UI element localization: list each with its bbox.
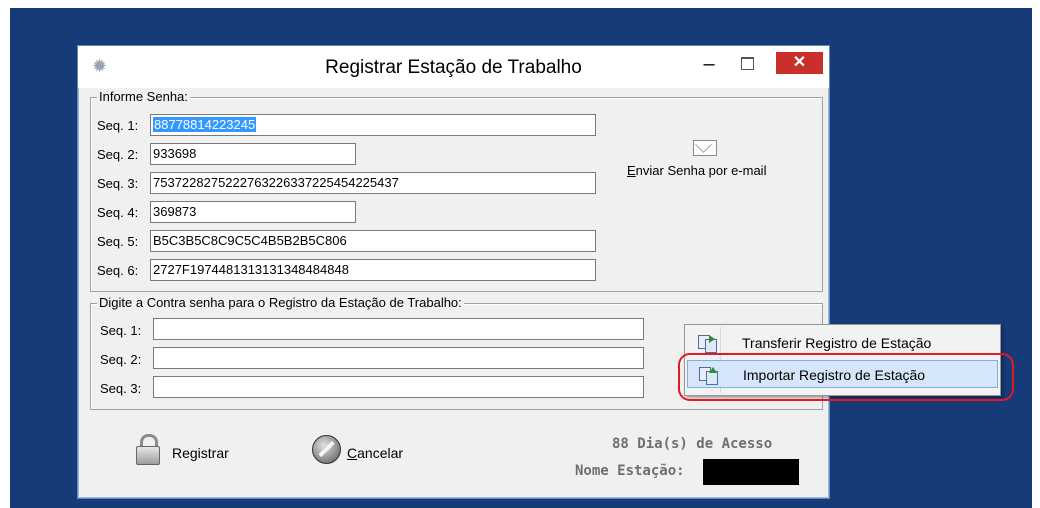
title-bar[interactable]: ✹ Registrar Estação de Trabalho – ✕ xyxy=(78,46,829,88)
station-name-redacted xyxy=(703,459,799,485)
seq-6-label: Seq. 6: xyxy=(97,263,139,278)
seq-6-field[interactable]: 2727F19744813131313484848​48 xyxy=(150,259,596,281)
envelope-icon[interactable] xyxy=(693,140,717,156)
maximize-icon xyxy=(741,57,754,70)
seq-2-label: Seq. 2: xyxy=(97,147,139,162)
cancel-label: Cancelar xyxy=(347,445,403,461)
cancel-button[interactable]: Cancelar xyxy=(311,433,421,467)
minimize-button[interactable]: – xyxy=(694,54,724,78)
counter-seq-3-label: Seq. 3: xyxy=(100,381,142,396)
send-email-accesskey: E xyxy=(627,163,636,178)
seq-1-label: Seq. 1: xyxy=(97,118,139,133)
seq-5-field[interactable]: B5C3B5C8C9C5C4B5B2B5C806 xyxy=(150,230,596,252)
seq-4-label: Seq. 4: xyxy=(97,205,139,220)
menu-item-transfer-label: Transferir Registro de Estação xyxy=(742,335,932,351)
register-label: Registrar xyxy=(172,445,229,461)
counter-seq-2-field[interactable] xyxy=(153,347,644,369)
send-password-email-link[interactable]: Enviar Senha por e-mail xyxy=(627,163,766,178)
close-button[interactable]: ✕ xyxy=(776,52,823,74)
station-name-label: Nome Estação: xyxy=(575,463,685,479)
cancel-label-rest: ancelar xyxy=(357,445,404,461)
counter-seq-1-field[interactable] xyxy=(153,318,644,340)
seq-1-field[interactable]: 88778814223245 xyxy=(150,114,596,136)
counter-seq-3-field[interactable] xyxy=(153,376,644,398)
seq-3-label: Seq. 3: xyxy=(97,176,139,191)
cancel-icon xyxy=(312,435,341,464)
transfer-icon xyxy=(698,335,717,353)
maximize-button[interactable] xyxy=(732,54,762,78)
password-group-legend: Informe Senha: xyxy=(97,89,190,104)
seq-2-field[interactable]: 933698 xyxy=(150,143,356,165)
send-email-label: nviar Senha por e-mail xyxy=(635,163,767,178)
seq-5-label: Seq. 5: xyxy=(97,234,139,249)
counter-seq-1-label: Seq. 1: xyxy=(100,323,142,338)
seq-3-field[interactable]: 753722827522276322633722545422543​7 xyxy=(150,172,596,194)
cancel-accesskey: C xyxy=(347,445,358,461)
seq-4-field[interactable]: 369873 xyxy=(150,201,356,223)
seq-1-value: 88778814223245 xyxy=(153,117,257,132)
register-button[interactable]: Registrar xyxy=(136,433,246,467)
access-days: 88 Dia(s) de Acesso xyxy=(612,436,773,452)
counter-password-group-legend: Digite a Contra senha para o Registro da… xyxy=(97,295,464,310)
red-highlight-annotation xyxy=(678,353,1014,401)
counter-seq-2-label: Seq. 2: xyxy=(100,352,142,367)
